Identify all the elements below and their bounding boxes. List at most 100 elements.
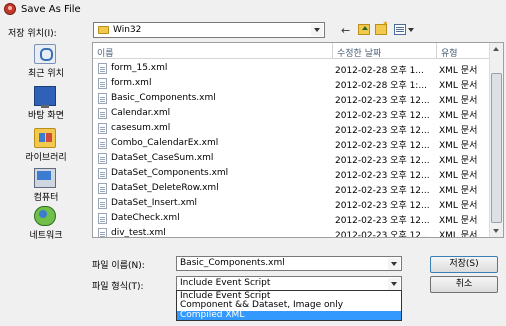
up-folder-icon[interactable] [358, 24, 370, 35]
save-in-combo[interactable]: Win32 [93, 22, 325, 38]
recent-places-icon [34, 44, 56, 64]
place-libraries[interactable]: 라이브러리 [8, 128, 84, 163]
file-name: DataSet_Insert.xml [111, 198, 198, 208]
file-type: XML 문서 [439, 171, 478, 181]
file-type: XML 문서 [439, 96, 478, 106]
chevron-down-icon[interactable] [388, 278, 400, 290]
column-header-name[interactable]: 이름 [93, 43, 333, 59]
place-recent[interactable]: 최근 위치 [8, 44, 84, 79]
view-menu-icon[interactable] [394, 24, 406, 35]
column-header-date[interactable]: 수정한 날짜 [333, 43, 437, 59]
place-network[interactable]: 네트워크 [8, 206, 84, 241]
file-type: XML 문서 [439, 186, 478, 196]
xml-file-icon [98, 123, 107, 134]
libraries-icon [34, 128, 56, 148]
file-date: 2012-02-23 오후 12... [335, 186, 430, 196]
xml-file-icon [98, 108, 107, 119]
file-row[interactable]: Calendar.xml 2012-02-23 오후 12... XML 문서 [93, 107, 489, 121]
filetype-select[interactable]: Include Event Script [176, 276, 402, 291]
file-row[interactable]: form_15.xml 2012-02-28 오후 1... XML 문서 [93, 62, 489, 76]
file-date: 2012-02-23 오후 12... [335, 201, 430, 211]
filetype-option-highlighted[interactable]: Compiled XML [177, 311, 401, 320]
file-name: casesum.xml [111, 123, 171, 133]
save-in-label: 저장 위치(I): [8, 29, 57, 39]
place-computer[interactable]: 컴퓨터 [8, 168, 84, 203]
file-row[interactable]: DataSet_CaseSum.xml 2012-02-23 오후 12... … [93, 152, 489, 166]
back-arrow-icon[interactable]: ← [341, 24, 350, 37]
save-button[interactable]: 저장(S) [430, 256, 498, 273]
chevron-down-icon[interactable] [311, 24, 323, 36]
file-date: 2012-02-23 오후 12... [335, 156, 430, 166]
chevron-down-icon[interactable] [388, 258, 400, 270]
filename-input[interactable]: Basic_Components.xml [176, 256, 402, 271]
place-desktop[interactable]: 바탕 화면 [8, 86, 84, 121]
file-date: 2012-02-28 오후 1:... [335, 81, 427, 91]
vertical-scrollbar[interactable] [489, 43, 503, 237]
filetype-dropdown[interactable]: Include Event Script Component && Datase… [176, 290, 402, 321]
place-label: 라이브러리 [25, 153, 67, 163]
file-name: DataSet_Components.xml [111, 168, 229, 178]
file-name: Combo_CalendarEx.xml [111, 138, 219, 148]
file-date: 2012-02-23 오후 12... [335, 216, 430, 226]
computer-icon [34, 168, 56, 188]
file-date: 2012-02-23 오후 12... [335, 171, 430, 181]
xml-file-icon [98, 153, 107, 164]
file-type: XML 문서 [439, 156, 478, 166]
file-type: XML 문서 [439, 66, 478, 76]
file-row[interactable]: casesum.xml 2012-02-23 오후 12... XML 문서 [93, 122, 489, 136]
file-date: 2012-02-23 오후 12... [335, 111, 430, 121]
file-type: XML 문서 [439, 216, 478, 226]
xml-file-icon [98, 93, 107, 104]
file-date: 2012-02-23 오후 12... [335, 231, 430, 238]
view-menu-chevron-icon[interactable] [408, 28, 414, 32]
places-bar: 최근 위치 바탕 화면 라이브러리 컴퓨터 네트워크 [8, 44, 84, 244]
xml-file-icon [98, 198, 107, 209]
filetype-label: 파일 형식(T): [92, 282, 144, 292]
file-name: form_15.xml [111, 63, 168, 73]
scroll-down-icon[interactable] [493, 229, 499, 233]
file-type: XML 문서 [439, 231, 478, 238]
file-row[interactable]: DataSet_DeleteRow.xml 2012-02-23 오후 12..… [93, 182, 489, 196]
file-name: form.xml [111, 78, 152, 88]
file-name: DataSet_DeleteRow.xml [111, 183, 219, 193]
file-type: XML 문서 [439, 141, 478, 151]
xml-file-icon [98, 78, 107, 89]
place-label: 네트워크 [29, 231, 63, 241]
file-row[interactable]: form.xml 2012-02-28 오후 1:... XML 문서 [93, 77, 489, 91]
file-row[interactable]: div_test.xml 2012-02-23 오후 12... XML 문서 [93, 227, 489, 238]
filetype-value: Include Event Script [180, 278, 271, 288]
place-label: 바탕 화면 [28, 111, 64, 121]
new-folder-icon[interactable] [375, 19, 389, 35]
file-date: 2012-02-23 오후 12... [335, 141, 430, 151]
file-type: XML 문서 [439, 111, 478, 121]
scroll-up-icon[interactable] [493, 47, 499, 51]
file-name: Basic_Components.xml [111, 93, 216, 103]
place-label: 컴퓨터 [33, 193, 59, 203]
save-in-value: Win32 [113, 25, 142, 35]
scrollbar-thumb[interactable] [491, 73, 502, 223]
filetype-option[interactable]: Component && Dataset, Image only [177, 301, 401, 310]
place-label: 최근 위치 [28, 69, 64, 79]
file-row[interactable]: Combo_CalendarEx.xml 2012-02-23 오후 12...… [93, 137, 489, 151]
folder-icon [98, 26, 109, 34]
xml-file-icon [98, 63, 107, 74]
window-title: Save As File [21, 4, 81, 15]
xml-file-icon [98, 213, 107, 224]
column-header-type[interactable]: 유형 [437, 43, 491, 59]
file-type: XML 문서 [439, 201, 478, 211]
xml-file-icon [98, 183, 107, 194]
file-type: XML 문서 [439, 126, 478, 136]
xml-file-icon [98, 138, 107, 149]
filename-value: Basic_Components.xml [180, 258, 285, 268]
file-row[interactable]: DateCheck.xml 2012-02-23 오후 12... XML 문서 [93, 212, 489, 226]
cancel-button[interactable]: 취소 [430, 276, 498, 293]
file-row[interactable]: Basic_Components.xml 2012-02-23 오후 12...… [93, 92, 489, 106]
app-icon [4, 3, 16, 15]
filename-label: 파일 이름(N): [92, 261, 145, 271]
file-row[interactable]: DataSet_Insert.xml 2012-02-23 오후 12... X… [93, 197, 489, 211]
file-list[interactable]: 이름 수정한 날짜 유형 form_15.xml 2012-02-28 오후 1… [92, 42, 504, 238]
file-name: div_test.xml [111, 228, 166, 238]
file-date: 2012-02-28 오후 1... [335, 66, 424, 76]
network-icon [34, 206, 56, 226]
file-row[interactable]: DataSet_Components.xml 2012-02-23 오후 12.… [93, 167, 489, 181]
